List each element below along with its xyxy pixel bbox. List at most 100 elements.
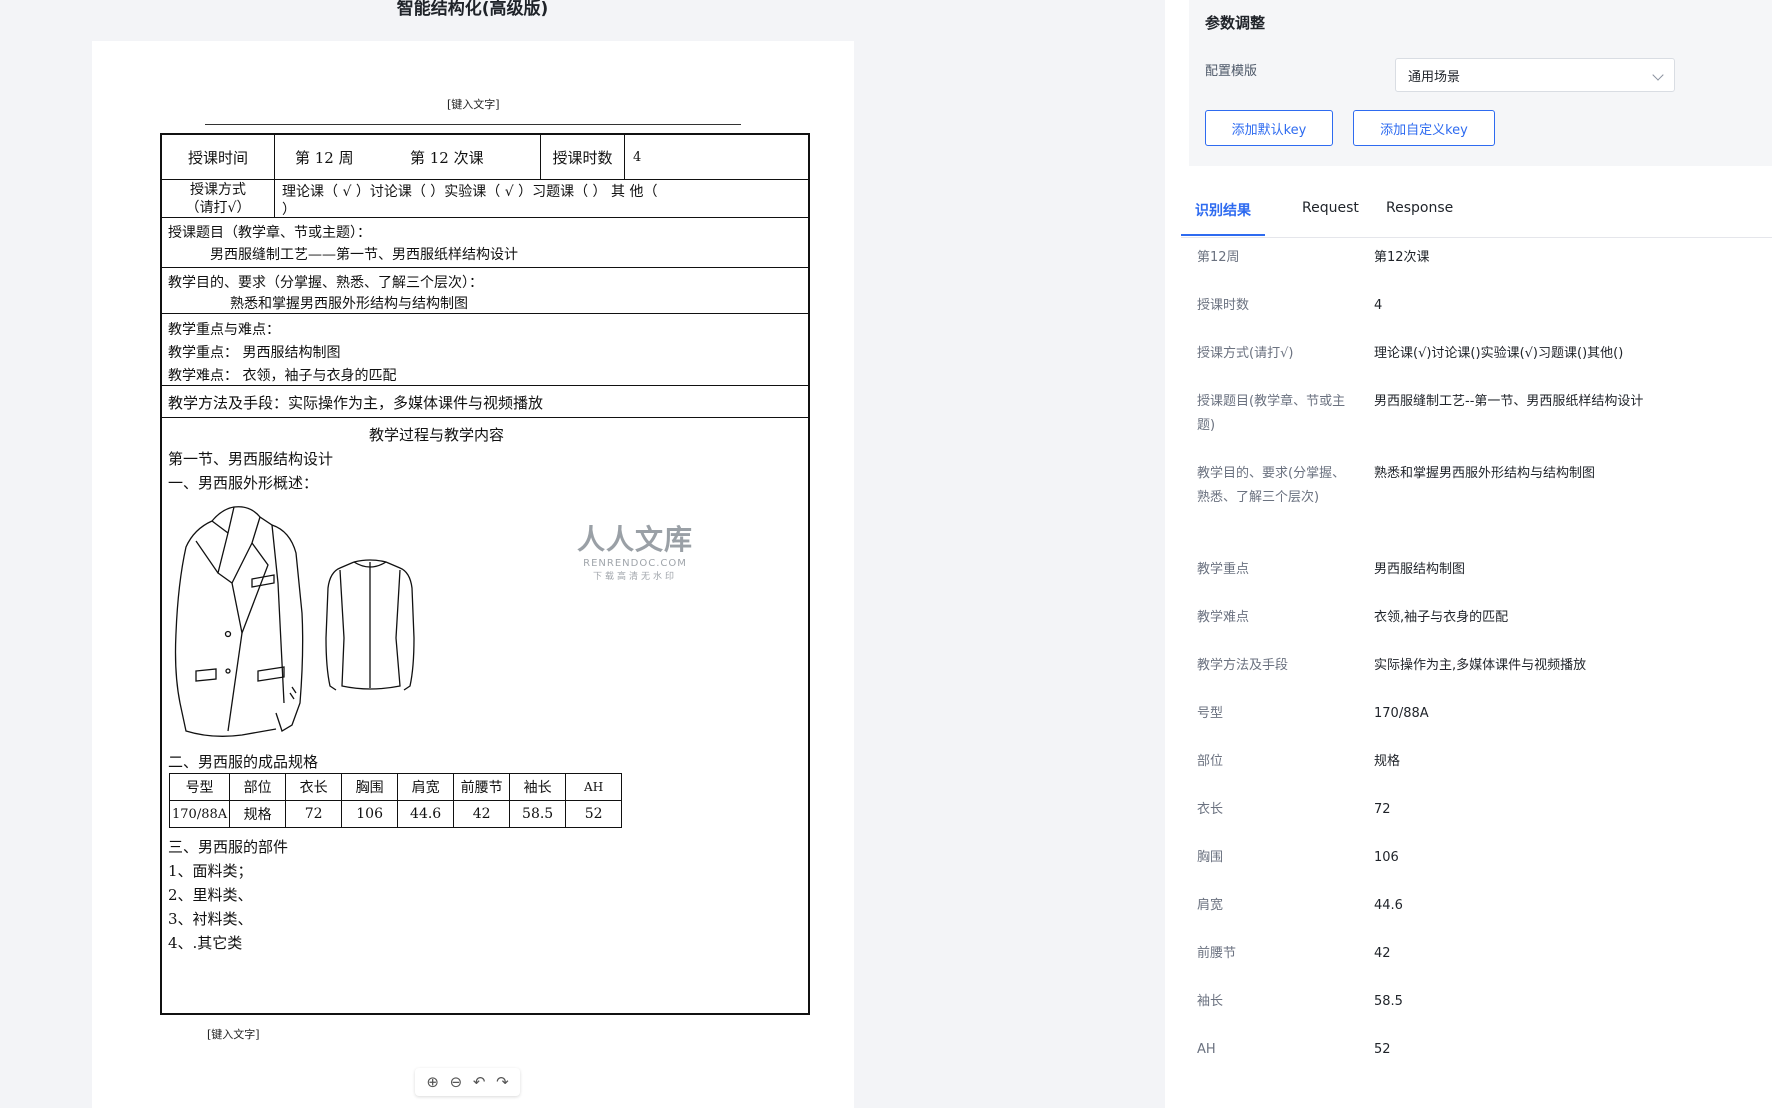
table-row: 170/88A 规格 72 106 44.6 42 58.5 52 — [168, 800, 623, 828]
result-value: 42 — [1374, 946, 1391, 961]
result-value: 男西服结构制图 — [1374, 562, 1466, 577]
document-page: [键入文字] 授课时间 第 12 周 第 12 次课 授课时数 4 授课方式 （… — [92, 41, 854, 1108]
watermark: 人人文库 RENRENDOC.COM 下载高清无水印 — [577, 518, 693, 582]
table-row: 教学重点与难点： 教学重点： 男西服结构制图 教学难点： 衣领，袖子与衣身的匹配 — [162, 314, 808, 386]
goal-label: 教学目的、要求（分掌握、熟悉、了解三个层次）： — [168, 275, 483, 291]
list-item: 1、面料类； — [168, 862, 253, 880]
method-type-content: 理论课（ √ ）讨论课（ ）实验课（ √ ）习题课（ ） 其 他（ — [282, 184, 658, 200]
list-item: 部位 规格 — [1197, 750, 1757, 798]
method-type-label: 授课方式 （请打√） — [162, 180, 275, 217]
result-key: 教学难点 — [1197, 610, 1250, 625]
method-type-content-wrap: ） — [282, 202, 296, 218]
spec-header: AH — [565, 773, 623, 801]
result-key: 授课时数 — [1197, 298, 1250, 313]
list-item: 第12周 第12次课 — [1197, 246, 1757, 294]
topic-value: 男西服缝制工艺——第一节、男西服纸样结构设计 — [210, 247, 518, 263]
watermark-line1: 人人文库 — [577, 523, 694, 556]
list-item: 教学方法及手段 实际操作为主,多媒体课件与视频播放 — [1197, 654, 1757, 702]
spec-header: 号型 — [168, 773, 231, 801]
table-row: 教学方法及手段：实际操作为主，多媒体课件与视频播放 — [162, 386, 808, 418]
add-default-key-button[interactable]: 添加默认key — [1205, 110, 1333, 146]
week-cell: 第 12 周 第 12 次课 — [275, 135, 541, 179]
result-value: 熟悉和掌握男西服外形结构与结构制图 — [1374, 466, 1596, 481]
result-value: 规格 — [1374, 754, 1401, 769]
tab-request[interactable]: Request — [1302, 200, 1359, 230]
template-label: 配置模版 — [1205, 64, 1258, 79]
result-value: 理论课(√)讨论课()实验课(√)习题课()其他() — [1374, 346, 1624, 361]
tab-response[interactable]: Response — [1386, 200, 1453, 230]
result-key: 号型 — [1197, 706, 1224, 721]
spec-header: 前腰节 — [453, 773, 511, 801]
page-title: 智能结构化(高级版) — [396, 0, 549, 19]
document-preview-area: 智能结构化(高级版) [键入文字] 授课时间 第 12 周 第 12 次课 授课… — [0, 0, 1165, 1108]
list-item: 授课题目(教学章、节或主题) 男西服缝制工艺--第一节、男西服纸样结构设计 — [1197, 390, 1757, 462]
chevron-down-icon — [1652, 69, 1664, 81]
jacket-back-illustration — [325, 559, 415, 691]
spec-header: 胸围 — [341, 773, 399, 801]
result-key: 袖长 — [1197, 994, 1224, 1009]
list-item: 肩宽 44.6 — [1197, 894, 1757, 942]
key-points-label: 教学重点与难点： — [168, 322, 280, 338]
list-item: 教学难点 衣领,袖子与衣身的匹配 — [1197, 606, 1757, 654]
jacket-front-illustration — [174, 506, 304, 737]
zoom-out-icon[interactable]: ⊖ — [450, 1073, 463, 1091]
list-item: 3、衬料类、 — [168, 910, 253, 928]
result-value: 4 — [1374, 298, 1383, 313]
watermark-line3: 下载高清无水印 — [593, 572, 678, 582]
result-list: 第12周 第12次课 授课时数 4 授课方式(请打√) 理论课(√)讨论课()实… — [1197, 246, 1757, 1086]
param-card: 参数调整 配置模版 通用场景 添加默认key 添加自定义key — [1189, 0, 1772, 166]
lesson-plan-table: 授课时间 第 12 周 第 12 次课 授课时数 4 授课方式 （请打√） 理论… — [160, 133, 810, 1015]
result-value: 男西服缝制工艺--第一节、男西服纸样结构设计 — [1374, 394, 1644, 409]
spec-cell: 170/88A — [168, 800, 231, 828]
hours-label: 授课时数 — [541, 135, 625, 179]
table-row: 教学目的、要求（分掌握、熟悉、了解三个层次）： 熟悉和掌握男西服外形结构与结构制… — [162, 268, 808, 314]
table-row: 授课时间 第 12 周 第 12 次课 授课时数 4 — [162, 135, 808, 180]
process-section-title: 第一节、男西服结构设计 — [168, 450, 334, 468]
week-value: 第 12 周 — [295, 149, 354, 167]
header-note: [键入文字] — [447, 98, 500, 111]
template-select[interactable]: 通用场景 — [1395, 58, 1675, 92]
result-value: 52 — [1374, 1042, 1391, 1057]
process-section: 教学过程与教学内容 第一节、男西服结构设计 一、男西服外形概述： 人人文库 RE… — [162, 418, 808, 1013]
result-tabs: 识别结果 Request Response — [1181, 190, 1772, 238]
list-item: 胸围 106 — [1197, 846, 1757, 894]
process-sub2: 二、男西服的成品规格 — [168, 753, 319, 771]
focus-text: 教学重点： 男西服结构制图 — [168, 345, 341, 361]
result-key: 教学目的、要求(分掌握、熟悉、了解三个层次) — [1197, 466, 1346, 505]
spec-cell: 44.6 — [397, 800, 455, 828]
result-value: 106 — [1374, 850, 1399, 865]
result-key: 教学重点 — [1197, 562, 1250, 577]
spec-header: 衣长 — [285, 773, 343, 801]
result-key: 前腰节 — [1197, 946, 1237, 961]
topic-label: 授课题目（教学章、节或主题）： — [168, 225, 371, 241]
list-item: 授课方式(请打√) 理论课(√)讨论课()实验课(√)习题课()其他() — [1197, 342, 1757, 390]
list-item: 4、.其它类 — [168, 934, 243, 952]
list-item: 2、里料类、 — [168, 886, 253, 904]
result-value: 44.6 — [1374, 898, 1403, 913]
process-sub1: 一、男西服外形概述： — [168, 474, 319, 492]
rotate-right-icon[interactable]: ↷ — [496, 1073, 509, 1091]
tab-result[interactable]: 识别结果 — [1181, 200, 1265, 236]
process-heading: 教学过程与教学内容 — [369, 426, 505, 444]
process-sub3: 三、男西服的部件 — [168, 838, 289, 856]
result-key: 授课方式(请打√) — [1197, 346, 1294, 361]
result-value: 衣领,袖子与衣身的匹配 — [1374, 610, 1509, 625]
method-type-label-line1: 授课方式 — [190, 181, 246, 198]
result-key: 衣长 — [1197, 802, 1224, 817]
zoom-in-icon[interactable]: ⊕ — [426, 1073, 439, 1091]
result-key: 部位 — [1197, 754, 1224, 769]
spec-cell: 42 — [453, 800, 511, 828]
watermark-line2: RENRENDOC.COM — [583, 558, 687, 569]
result-key: 授课题目(教学章、节或主题) — [1197, 394, 1346, 433]
result-value: 第12次课 — [1374, 250, 1430, 265]
zoom-toolbar: ⊕ ⊖ ↶ ↷ — [415, 1068, 520, 1096]
spec-cell: 106 — [341, 800, 399, 828]
list-item: 袖长 58.5 — [1197, 990, 1757, 1038]
add-custom-key-button[interactable]: 添加自定义key — [1353, 110, 1495, 146]
result-key: 教学方法及手段 — [1197, 658, 1289, 673]
header-divider — [205, 124, 741, 125]
spec-cell: 72 — [285, 800, 343, 828]
rotate-left-icon[interactable]: ↶ — [473, 1073, 486, 1091]
hours-value: 4 — [633, 149, 642, 165]
spec-table: 号型 部位 衣长 胸围 肩宽 前腰节 袖长 AH 170/88A 规格 72 1… — [168, 773, 623, 828]
